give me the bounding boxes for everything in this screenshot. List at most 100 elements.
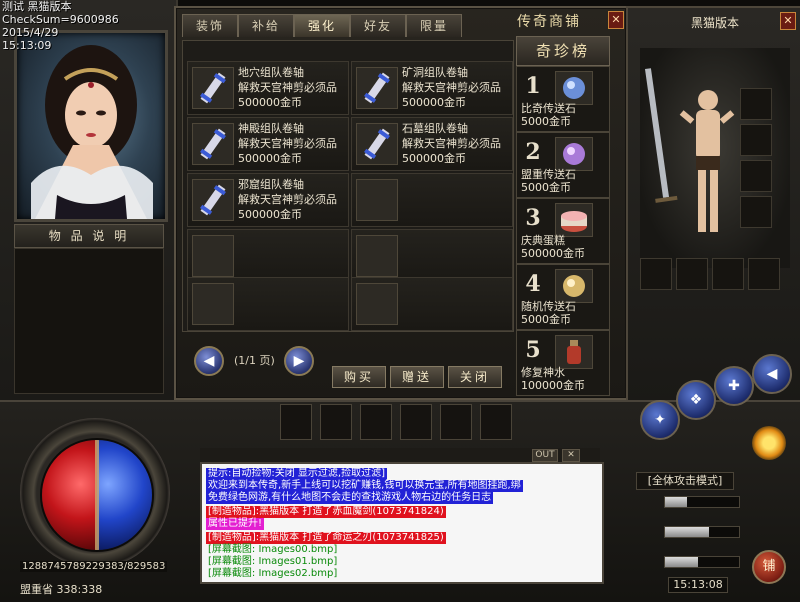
equip-slot-ring-right[interactable] [740,196,772,228]
skill-orb-4[interactable]: ◀ [752,354,792,394]
character-name: 黑猫版本 [690,16,739,30]
skill-orb-3[interactable]: ✚ [714,366,754,406]
equip-slot-necklace[interactable] [740,88,772,120]
empty-slot [192,235,234,277]
item-price: 500000金币 [238,152,302,165]
gift-button[interactable]: 赠送 [390,366,444,388]
character-model [640,48,790,268]
shop-item-slot-empty[interactable] [351,229,513,283]
item-price: 500000金币 [238,96,302,109]
shop-close-action-button[interactable]: 关闭 [448,366,502,388]
belt-slot-4[interactable] [400,404,432,440]
belt-slot-2[interactable] [320,404,352,440]
character-portrait [14,30,168,222]
shop-item-slot-empty[interactable] [351,173,513,227]
tab-limited[interactable]: 限量 [406,14,462,37]
chat-line: 提示:自动捡物:关闭 显示过滤,捡取过滤] [206,468,387,480]
rank-number: 2 [525,139,541,165]
tab-friends[interactable]: 好友 [350,14,406,37]
shop-close-button[interactable]: ✕ [608,11,624,29]
mp-orb-half [97,440,152,550]
shop-item-slot-empty[interactable] [187,277,349,331]
rare-item-price: 5000金币 [521,115,571,128]
chat-close-button[interactable]: ✕ [562,449,580,462]
item-name: 神殿组队卷轴 [238,122,304,135]
rare-item-5[interactable]: 5 修复神水 100000金币 [516,330,610,396]
belt-slot-6[interactable] [480,404,512,440]
equip-slot-medal[interactable] [740,124,772,156]
scroll-icon [192,123,234,165]
exp-bar [664,526,740,538]
rare-item-4[interactable]: 4 随机传送石 5000金币 [516,264,610,330]
shop-item-slot-empty[interactable] [187,229,349,283]
item-price: 500000金币 [402,96,466,109]
rare-item-price: 5000金币 [521,181,571,194]
tab-decor[interactable]: 装饰 [182,14,238,37]
skill-orb-1[interactable]: ✦ [640,400,680,440]
shop-title: 传奇商铺 [517,14,581,30]
rank-number: 4 [525,271,541,297]
game-clock: 15:13:08 [668,577,728,593]
chat-line: [制造物品]:黑猫版本 打造了赤血魔剑(1073741824) [206,506,446,518]
chat-out-button[interactable]: OUT [532,449,558,462]
shop-button[interactable]: 铺 [752,550,786,584]
hp-mp-orb [40,438,154,552]
belt-slot-3[interactable] [360,404,392,440]
scroll-icon [192,179,234,221]
checksum-text: CheckSum=9600986 [2,13,119,26]
tab-supply[interactable]: 补给 [238,14,294,37]
item-desc: 解救天宫神剪必须品 [238,193,337,206]
item-name: 石墓组队卷轴 [402,122,468,135]
item-description-body [14,248,164,394]
chat-line: [屏幕截图: Images00.bmp] [206,544,340,556]
rare-item-name: 比奇传送石 [521,102,576,115]
level-bar [664,496,740,508]
shop-item-slot[interactable]: 石墓组队卷轴 解救天宫神剪必须品 500000金币 [351,117,513,171]
belt-slot-1[interactable] [280,404,312,440]
prev-page-button[interactable]: ◀ [194,346,224,376]
skill-icon: ✦ [654,412,666,428]
equip-slot-bracelet-right[interactable] [740,160,772,192]
chat-line: [屏幕截图: Images02.bmp] [206,568,340,580]
skill-orb-2[interactable]: ❖ [676,380,716,420]
next-page-button[interactable]: ▶ [284,346,314,376]
skill-icon: ❖ [689,392,703,408]
equip-slot-belt[interactable] [640,258,672,290]
rare-item-name: 盟重传送石 [521,168,576,181]
equip-slot-boots[interactable] [676,258,708,290]
rare-item-1[interactable]: 1 比奇传送石 5000金币 [516,66,610,132]
tab-enhance[interactable]: 强化 [294,14,350,37]
equipment-close-button[interactable]: ✕ [780,12,796,30]
empty-slot [356,235,398,277]
equip-slot-charm[interactable] [748,258,780,290]
belt-slot-5[interactable] [440,404,472,440]
rare-item-2[interactable]: 2 盟重传送石 5000金币 [516,132,610,198]
chat-log[interactable]: 提示:自动捡物:关闭 显示过滤,捡取过滤] 欢迎来到本传奇,新手上线可以挖矿赚钱… [200,462,604,584]
rare-item-name: 修复神水 [521,366,565,379]
rare-item-3[interactable]: 3 庆典蛋糕 500000金币 [516,198,610,264]
shop-item-slot[interactable]: 地穴组队卷轴 解救天宫神剪必须品 500000金币 [187,61,349,115]
item-desc: 解救天宫神剪必须品 [238,137,337,150]
buy-button[interactable]: 购买 [332,366,386,388]
day-night-sun-icon [752,426,786,460]
page-indicator: (1/1 页) [234,354,275,367]
equipment-panel: 黑猫版本 ✕ [626,6,800,406]
orb-divider [95,440,99,550]
shop-item-slot[interactable]: 邪窟组队卷轴 解救天宫神剪必须品 500000金币 [187,173,349,227]
debug-info: 测试 黑猫版本 CheckSum=9600986 2015/4/29 15:13… [2,0,119,52]
item-name: 邪窟组队卷轴 [238,178,304,191]
map-location: 盟重省 338:338 [20,583,103,596]
attack-mode-label[interactable]: [全体攻击模式] [636,472,734,490]
rare-item-price: 500000金币 [521,247,585,260]
equip-slot-stone[interactable] [712,258,744,290]
rank-number: 5 [525,337,541,363]
item-info-panel: 物 品 说 明 [0,0,178,400]
client-title: 测试 黑猫版本 [2,0,72,13]
rank-number: 1 [525,73,541,99]
shop-item-slot[interactable]: 神殿组队卷轴 解救天宫神剪必须品 500000金币 [187,117,349,171]
weight-bar [664,556,740,568]
shop-item-slot[interactable]: 矿洞组队卷轴 解救天宫神剪必须品 500000金币 [351,61,513,115]
shop-item-slot-empty[interactable] [351,277,513,331]
item-desc: 解救天宫神剪必须品 [238,81,337,94]
item-price: 500000金币 [238,208,302,221]
